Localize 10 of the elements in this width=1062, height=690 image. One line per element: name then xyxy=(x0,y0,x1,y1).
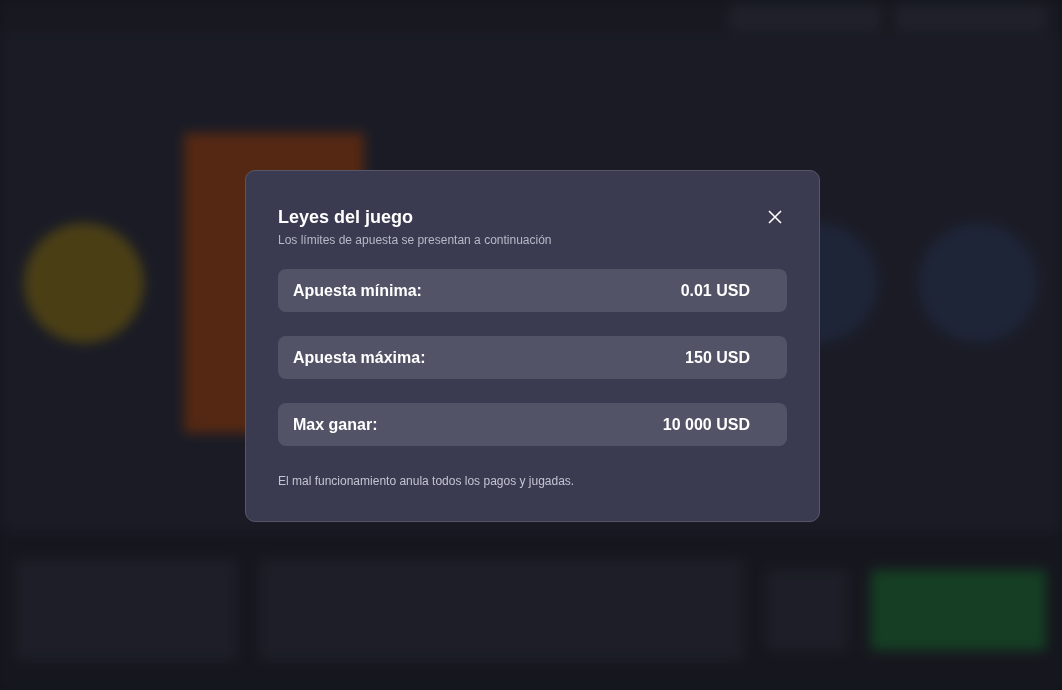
limit-value: 0.01 USD xyxy=(680,280,750,301)
limit-label: Apuesta máxima: xyxy=(293,347,426,368)
dialog-footnote: El mal funcionamiento anula todos los pagos y jugadas. xyxy=(278,473,576,490)
limit-label: Max ganar: xyxy=(293,414,378,435)
close-icon xyxy=(767,209,783,225)
limit-label: Apuesta mínima: xyxy=(293,280,422,301)
limit-value: 10 000 USD xyxy=(662,414,750,435)
dialog-title: Leyes del juego xyxy=(278,206,415,229)
limit-value: 150 USD xyxy=(685,347,750,368)
dialog-subtitle: Los límites de apuesta se presentan a continuación xyxy=(278,232,552,249)
